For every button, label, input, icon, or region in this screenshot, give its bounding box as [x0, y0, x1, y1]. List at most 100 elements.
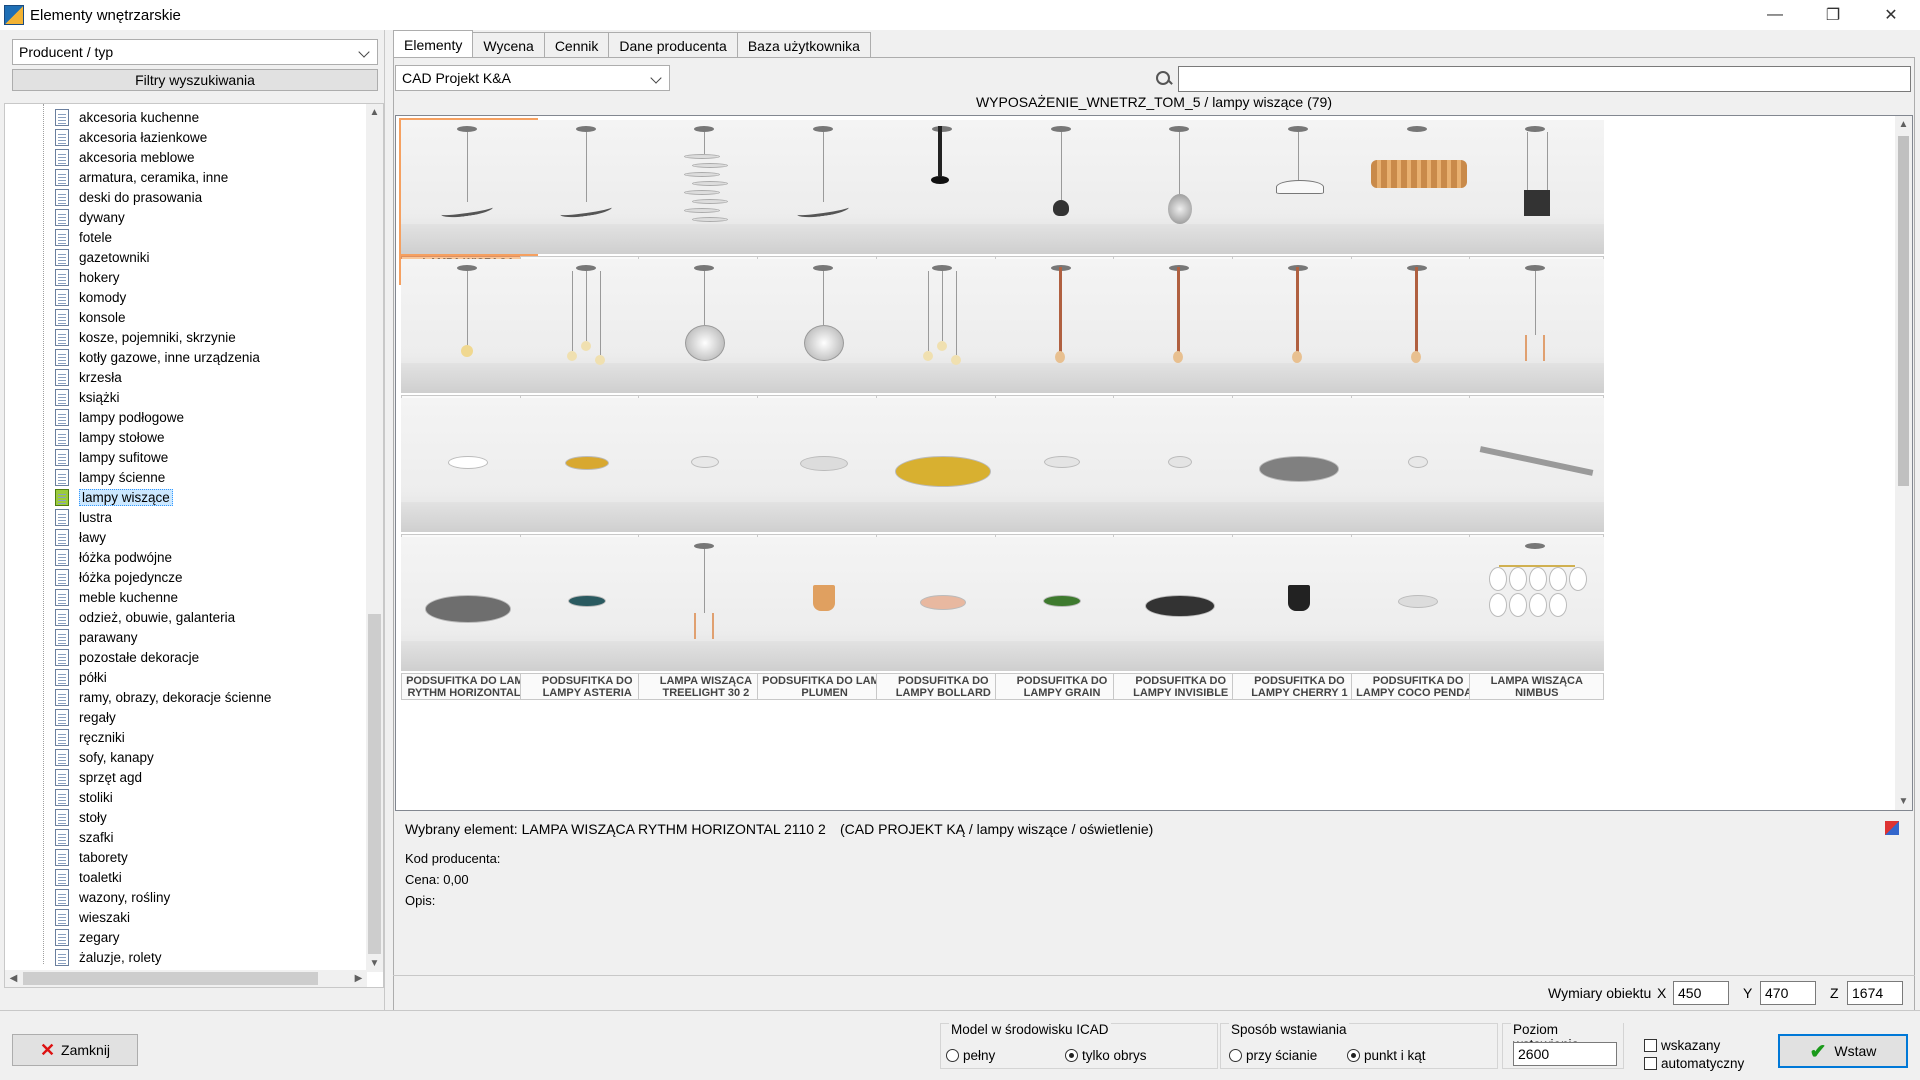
item-thumbnail	[875, 259, 1011, 393]
item-caption: PODSUFITKA DO LAMPY COCO PENDAN	[1350, 673, 1486, 700]
tree-item[interactable]: wazony, rośliny	[55, 887, 170, 907]
tree-item[interactable]: akcesoria łazienkowe	[55, 127, 207, 147]
item-thumbnail	[1231, 259, 1367, 393]
scroll-left-icon[interactable]: ◀	[5, 970, 22, 987]
minimize-button[interactable]: —	[1746, 0, 1804, 30]
insert-level-field[interactable]: 2600	[1513, 1042, 1617, 1066]
insert-button[interactable]: ✔ Wstaw	[1778, 1034, 1908, 1068]
scroll-right-icon[interactable]: ▶	[350, 970, 367, 987]
tree-item[interactable]: lampy ścienne	[55, 467, 165, 487]
auto-checkbox[interactable]: automatyczny	[1644, 1056, 1744, 1071]
tab-2[interactable]: Cennik	[543, 32, 610, 58]
search-icon[interactable]	[1155, 70, 1173, 88]
close-button[interactable]: ✕ Zamknij	[12, 1034, 138, 1066]
x-dimension-field[interactable]: 450	[1673, 981, 1729, 1005]
tree-item[interactable]: stoły	[55, 807, 107, 827]
tree-item[interactable]: książki	[55, 387, 120, 407]
tree-item[interactable]: hokery	[55, 267, 120, 287]
tree-item[interactable]: deski do prasowania	[55, 187, 202, 207]
search-input[interactable]	[1178, 66, 1911, 92]
tree-item[interactable]: szafki	[55, 827, 114, 847]
scroll-up-icon[interactable]: ▲	[366, 104, 383, 121]
tree-item[interactable]: sofy, kanapy	[55, 747, 154, 767]
tab-4[interactable]: Baza użytkownika	[736, 32, 871, 58]
grid-scroll-thumb[interactable]	[1898, 136, 1909, 486]
item-thumbnail	[875, 120, 1011, 254]
tree-hscroll-thumb[interactable]	[23, 972, 318, 985]
document-icon	[55, 128, 69, 146]
tree-item[interactable]: stoliki	[55, 787, 113, 807]
tree-item[interactable]: fotele	[55, 227, 112, 247]
model-outline-radio[interactable]: tylko obrys	[1065, 1048, 1147, 1063]
tree-item-label: dywany	[79, 209, 125, 225]
tree-item[interactable]: parawany	[55, 627, 138, 647]
tree-item-label: wazony, rośliny	[79, 889, 171, 905]
insert-wall-radio[interactable]: przy ścianie	[1229, 1048, 1317, 1063]
tree-item[interactable]: łóżka pojedyncze	[55, 567, 183, 587]
item-thumbnail	[1469, 398, 1605, 532]
tree-item[interactable]: ręczniki	[55, 727, 125, 747]
document-icon	[55, 788, 69, 806]
z-dimension-field[interactable]: 1674	[1847, 981, 1903, 1005]
indicated-checkbox[interactable]: wskazany	[1644, 1038, 1720, 1053]
producer-type-select[interactable]: Producent / typ	[12, 39, 378, 65]
tree-item[interactable]: gazetowniki	[55, 247, 150, 267]
scroll-down-icon[interactable]: ▼	[1895, 793, 1912, 810]
tree-horizontal-scrollbar[interactable]: ◀ ▶	[5, 970, 367, 987]
tree-item[interactable]: meble kuchenne	[55, 587, 178, 607]
tree-item-label: pozostałe dekoracje	[79, 649, 200, 665]
tree-item[interactable]: dywany	[55, 207, 125, 227]
tree-item[interactable]: krzesła	[55, 367, 122, 387]
tree-item[interactable]: ławy	[55, 527, 106, 547]
close-window-button[interactable]: ✕	[1862, 0, 1920, 30]
tree-item[interactable]: lampy podłogowe	[55, 407, 184, 427]
tree-item-label: regały	[79, 709, 116, 725]
scroll-down-icon[interactable]: ▼	[366, 955, 383, 972]
tree-item[interactable]: lampy stołowe	[55, 427, 165, 447]
tree-item[interactable]: akcesoria meblowe	[55, 147, 195, 167]
catalog-select[interactable]: CAD Projekt K&A	[395, 65, 670, 91]
tab-3[interactable]: Dane producenta	[608, 32, 738, 58]
flag-icon[interactable]	[1885, 821, 1899, 835]
tree-item[interactable]: łóżka podwójne	[55, 547, 172, 567]
tree-item[interactable]: komody	[55, 287, 126, 307]
insert-point-radio[interactable]: punkt i kąt	[1347, 1048, 1426, 1063]
search-filters-button[interactable]: Filtry wyszukiwania	[12, 69, 378, 91]
tab-1[interactable]: Wycena	[472, 32, 545, 58]
tree-vertical-scrollbar[interactable]: ▲ ▼	[366, 104, 383, 972]
tree-item-label: akcesoria łazienkowe	[79, 129, 208, 145]
tree-item[interactable]: lampy wiszące	[55, 487, 173, 507]
model-full-radio[interactable]: pełny	[946, 1048, 995, 1063]
tree-item[interactable]: toaletki	[55, 867, 122, 887]
item-caption: PODSUFITKA DO LAMPY GRAIN	[994, 673, 1130, 700]
tab-0[interactable]: Elementy	[393, 30, 474, 58]
maximize-button[interactable]: ❐	[1804, 0, 1862, 30]
tree-item[interactable]: pozostałe dekoracje	[55, 647, 199, 667]
document-icon	[55, 948, 69, 966]
tree-item[interactable]: żaluzje, rolety	[55, 947, 162, 967]
y-label: Y	[1743, 985, 1753, 1001]
tree-item[interactable]: taborety	[55, 847, 128, 867]
tree-item[interactable]: sprzęt agd	[55, 767, 142, 787]
tree-item[interactable]: ramy, obrazy, dekoracje ścienne	[55, 687, 271, 707]
grid-vertical-scrollbar[interactable]: ▲ ▼	[1895, 116, 1912, 810]
y-dimension-field[interactable]: 470	[1760, 981, 1816, 1005]
scroll-up-icon[interactable]: ▲	[1895, 116, 1912, 133]
tree-item[interactable]: zegary	[55, 927, 120, 947]
tree-item[interactable]: kotły gazowe, inne urządzenia	[55, 347, 260, 367]
tree-item[interactable]: regały	[55, 707, 116, 727]
tree-item[interactable]: odzież, obuwie, galanteria	[55, 607, 235, 627]
tree-scroll-thumb[interactable]	[368, 614, 381, 954]
tree-item[interactable]: półki	[55, 667, 107, 687]
grid-item[interactable]: LAMPA WISZĄCA NIMBUS	[1467, 535, 1606, 702]
app-icon	[4, 5, 24, 25]
tree-item[interactable]: lampy sufitowe	[55, 447, 168, 467]
tree-item[interactable]: armatura, ceramika, inne	[55, 167, 228, 187]
tree-item[interactable]: kosze, pojemniki, skrzynie	[55, 327, 236, 347]
tree-item[interactable]: wieszaki	[55, 907, 130, 927]
tree-item[interactable]: lustra	[55, 507, 112, 527]
tree-item[interactable]: akcesoria kuchenne	[55, 107, 199, 127]
main-window: Elementy wnętrzarskie — ❐ ✕ Producent / …	[0, 0, 1920, 1080]
tree-item-label: lampy ścienne	[79, 469, 166, 485]
tree-item[interactable]: konsole	[55, 307, 126, 327]
